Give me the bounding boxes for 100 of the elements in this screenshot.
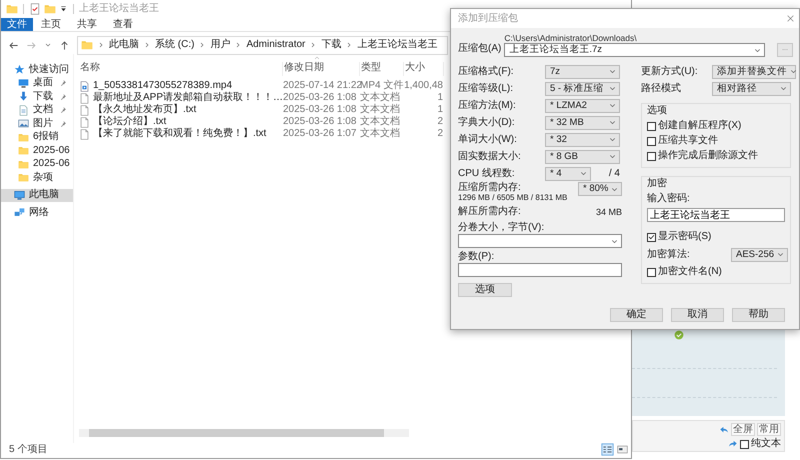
redo-arrow-icon [728, 439, 738, 449]
table-cell-text: 2025-03-26 1:08 [283, 116, 358, 128]
nav-item[interactable]: 快速访问 [1, 63, 73, 76]
breadcrumb-item[interactable]: Administrator [246, 39, 306, 51]
nav-item[interactable]: 图片 [1, 117, 73, 130]
scrollbar[interactable] [79, 429, 409, 437]
star-icon [14, 64, 25, 76]
file-name[interactable]: 【论坛介绍】.txt [93, 116, 166, 128]
ribbon-tab[interactable]: 主页 [33, 18, 69, 31]
file-name[interactable]: 最新地址及APP请发邮箱自动获取！！！… [93, 92, 284, 104]
nav-item[interactable]: 网络 [1, 206, 73, 220]
table-cell-text: 2025-03-26 1:08 [283, 92, 358, 104]
picture-icon [18, 118, 29, 130]
parameters-field[interactable] [458, 263, 622, 277]
table-cell-text: 文本文档 [360, 104, 401, 116]
dialog-button[interactable]: 确定 [610, 308, 663, 322]
column-header[interactable]: 大小 [404, 62, 444, 76]
field-label: 固实数据大小: [458, 150, 522, 162]
ribbon-tab[interactable]: 文件 [1, 18, 33, 31]
table-cell-text: 2 [436, 128, 444, 140]
breadcrumb-item[interactable]: 下载 [321, 39, 342, 51]
dropdown[interactable]: * 80% [578, 182, 622, 196]
dropdown[interactable]: * 32 MB [545, 116, 620, 130]
nav-item[interactable]: 下载 [1, 90, 73, 104]
table-cell-text: 2025-07-14 21:22 [283, 80, 360, 92]
field-text: 34 MB [596, 206, 622, 218]
breadcrumb-item[interactable]: 此电脑 [109, 39, 139, 51]
up-arrow-icon [59, 40, 70, 50]
back-arrow-icon [8, 40, 19, 50]
dropdown[interactable]: 相对路径 [712, 82, 791, 96]
nav-item[interactable]: 2025-06 [1, 144, 73, 158]
checkbox-label: 压缩共享文件 [658, 135, 718, 147]
checklist-icon [29, 3, 41, 15]
network-icon [14, 207, 25, 218]
table-cell-text: 2 [436, 116, 444, 128]
file-name[interactable]: 【永久地址发布页】.txt [93, 104, 196, 116]
checkbox-label: 显示密码(S) [658, 231, 712, 243]
video-file-icon [79, 80, 90, 92]
folder-icon [18, 172, 29, 184]
dropdown[interactable]: * LZMA2 [545, 98, 620, 112]
nav-item[interactable]: 6报销 [1, 130, 73, 144]
checkbox-label: 创建自解压程序(X) [658, 120, 742, 132]
dropdown[interactable]: 7z [545, 64, 620, 78]
dialog-button[interactable]: 取消 [671, 308, 724, 322]
field-label: 压缩等级(L): [458, 82, 514, 94]
checkbox[interactable] [647, 268, 656, 276]
tiles-view-icon[interactable] [617, 444, 628, 455]
breadcrumb-item[interactable]: 上老王论坛当老王 [357, 39, 438, 51]
dropdown[interactable]: 5 - 标准压缩 [545, 82, 620, 96]
archive-name-field[interactable]: 上老王论坛当老王.7z [504, 43, 765, 57]
nav-item[interactable]: 杂项 [1, 171, 73, 184]
folder-icon [44, 3, 56, 15]
checkbox[interactable] [647, 232, 656, 242]
details-view-icon[interactable] [601, 443, 614, 456]
ribbon-tab[interactable]: 共享 [69, 18, 105, 31]
checkbox[interactable] [647, 136, 656, 146]
text-file-icon [79, 128, 90, 140]
field-label: 压缩包(A) [458, 43, 502, 56]
window-title: 上老王论坛当老王 [79, 3, 159, 15]
checkbox[interactable] [647, 152, 656, 160]
checkbox[interactable] [647, 122, 656, 130]
breadcrumb-item[interactable]: 用户 [210, 39, 230, 51]
caret-icon [59, 4, 68, 14]
dialog-button[interactable]: 帮助 [732, 308, 785, 322]
breadcrumb-item[interactable]: 系统 (C:) [155, 39, 194, 51]
column-header[interactable]: 类型 [360, 62, 404, 76]
nav-item[interactable]: 此电脑 [1, 188, 73, 202]
field-label: 字典大小(D): [458, 116, 516, 128]
toolbar-button[interactable]: 常用 [757, 423, 781, 436]
dropdown[interactable]: * 8 GB [545, 150, 620, 164]
nav-item[interactable]: 2025-06 [1, 158, 73, 171]
column-header[interactable]: 名称 [79, 62, 283, 76]
undo-arrow-icon [719, 424, 729, 434]
password-field[interactable]: 上老王论坛当老王 [647, 208, 785, 222]
check-circle-icon [674, 330, 684, 340]
volume-size-dropdown[interactable] [458, 234, 622, 248]
toolbar-button[interactable]: 全屏 [731, 423, 755, 436]
status-text: 5 个项目 [9, 444, 48, 456]
dropdown[interactable]: * 4 [545, 166, 591, 180]
field-label: 参数(P): [458, 250, 496, 263]
ribbon-tab[interactable]: 查看 [105, 18, 141, 31]
checkbox[interactable] [740, 440, 749, 448]
column-header[interactable]: 修改日期 [283, 62, 360, 76]
dropdown[interactable]: * 32 [545, 132, 620, 146]
options-button[interactable]: 选项 [458, 283, 512, 297]
file-name[interactable]: 【来了就能下载和观看！纯免费！】.txt [93, 128, 266, 140]
close-icon[interactable] [786, 14, 795, 23]
field-label: 解压所需内存: [458, 206, 522, 218]
nav-item[interactable]: 桌面 [1, 76, 73, 90]
field-text: 1296 MB / 6505 MB / 8131 MB [458, 193, 568, 203]
file-name[interactable]: 1_5053381473055278389.mp4 [93, 80, 232, 92]
group-title: 选项 [647, 105, 668, 117]
dropdown[interactable]: 添加并替换文件 [712, 64, 796, 78]
nav-item[interactable]: 文档 [1, 104, 73, 117]
dropdown[interactable]: AES-256 [731, 248, 788, 262]
path-text: C:\Users\Administrator\Downloads\ [504, 33, 638, 43]
down-arrow-icon [18, 91, 29, 102]
field-label: 单词大小(W): [458, 134, 518, 146]
address-bar[interactable]: 此电脑 系统 (C:) 用户 Administrator 下载 上老王论坛当老王 [77, 36, 448, 54]
field-label: 更新方式(U): [641, 66, 699, 78]
